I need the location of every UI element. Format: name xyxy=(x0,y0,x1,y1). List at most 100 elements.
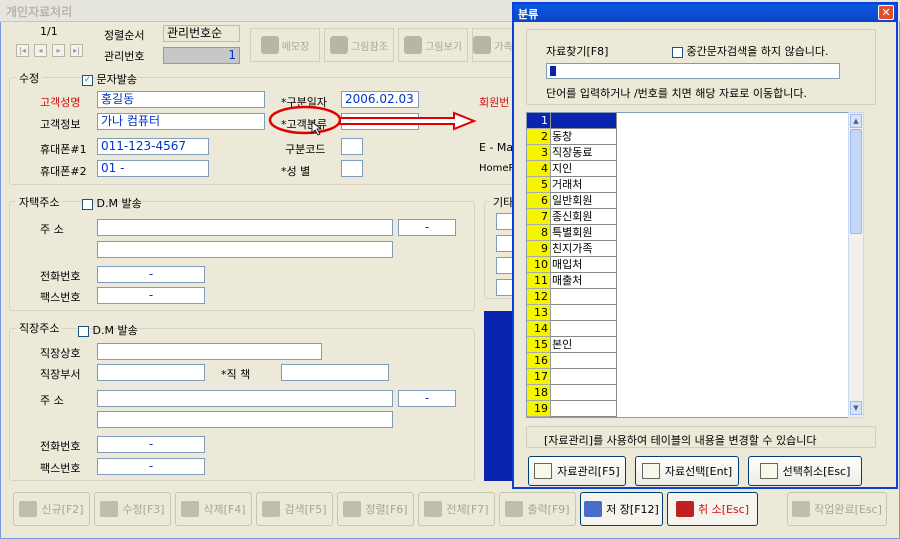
window-title: 개인자료처리 xyxy=(6,5,73,19)
row-category[interactable]: 특별회원 xyxy=(551,225,617,241)
table-row[interactable]: 11 매출처 xyxy=(527,273,617,289)
sms-checkbox[interactable]: ✓ 문자발송 xyxy=(82,71,137,87)
memo-area[interactable] xyxy=(484,311,514,481)
print-button[interactable]: 출력[F9] xyxy=(499,492,576,526)
all-button[interactable]: 전체[F7] xyxy=(418,492,495,526)
table-row[interactable]: 5 거래처 xyxy=(527,177,617,193)
gender-input[interactable] xyxy=(341,160,363,177)
row-category[interactable] xyxy=(551,305,617,321)
memo-button[interactable]: 메모장 xyxy=(250,28,320,62)
scroll-down-icon[interactable]: ▼ xyxy=(850,401,862,415)
mid-search-checkbox[interactable]: 중간문자검색을 하지 않습니다. xyxy=(672,43,829,59)
hint-text: 단어를 입력하거나 /번호를 치면 해당 자료로 이동합니다. xyxy=(546,87,807,100)
table-row[interactable]: 3 직장동료 xyxy=(527,145,617,161)
table-row[interactable]: 10 매입처 xyxy=(527,257,617,273)
row-category[interactable] xyxy=(551,353,617,369)
table-row[interactable]: 19 xyxy=(527,401,617,417)
select-data-button[interactable]: 자료선택[Ent] xyxy=(635,456,739,486)
home-phone-input[interactable]: - xyxy=(97,266,205,283)
cancel-select-button[interactable]: 선택취소[Esc] xyxy=(748,456,862,486)
home-zip-input[interactable]: - xyxy=(398,219,456,236)
row-category[interactable]: 매입처 xyxy=(551,257,617,273)
last-record-button[interactable]: ▸| xyxy=(70,44,83,57)
table-row[interactable]: 12 xyxy=(527,289,617,305)
printer-icon xyxy=(505,501,524,517)
work-dm-checkbox[interactable]: D.M 발송 xyxy=(78,322,138,338)
dept-input[interactable] xyxy=(97,364,205,381)
category-table[interactable]: 1 2 동창 3 직장동료 4 지인 5 거래처 6 일반회원 7 종신회원 8 특별회원 9 친지가족 10 매입… xyxy=(526,112,862,418)
row-category[interactable] xyxy=(551,113,617,129)
sort-select[interactable]: 관리번호순 xyxy=(163,25,240,42)
work-phone-input[interactable]: - xyxy=(97,436,205,453)
code-input[interactable] xyxy=(341,138,363,155)
next-record-button[interactable]: ▸ xyxy=(52,44,65,57)
table-row[interactable]: 6 일반회원 xyxy=(527,193,617,209)
work-zip-input[interactable]: - xyxy=(398,390,456,407)
text-cursor xyxy=(550,66,556,76)
scroll-up-icon[interactable]: ▲ xyxy=(850,114,862,128)
manage-data-button[interactable]: 자료관리[F5] xyxy=(528,456,626,486)
family-button[interactable]: 가족 xyxy=(472,28,514,62)
close-icon[interactable]: ✕ xyxy=(878,5,894,20)
row-category[interactable]: 친지가족 xyxy=(551,241,617,257)
floppy-icon xyxy=(584,501,603,517)
name-input[interactable]: 홍길동 xyxy=(97,91,265,108)
home-address2-input[interactable] xyxy=(97,241,393,258)
table-row[interactable]: 4 지인 xyxy=(527,161,617,177)
row-category[interactable] xyxy=(551,401,617,417)
cancel-button[interactable]: 취 소[Esc] xyxy=(667,492,758,526)
delete-button[interactable]: 삭제[F4] xyxy=(175,492,252,526)
search-button[interactable]: 검색[F5] xyxy=(256,492,333,526)
scroll-thumb[interactable] xyxy=(850,129,862,234)
home-dm-checkbox[interactable]: D.M 발송 xyxy=(82,195,142,211)
row-category[interactable]: 종신회원 xyxy=(551,209,617,225)
save-button[interactable]: 저 장[F12] xyxy=(580,492,663,526)
first-record-button[interactable]: |◂ xyxy=(16,44,29,57)
category-dialog: 분류 ✕ 자료찾기[F8] 중간문자검색을 하지 않습니다. 단어를 입력하거나… xyxy=(512,2,898,489)
row-category[interactable]: 직장동료 xyxy=(551,145,617,161)
row-number: 3 xyxy=(527,145,551,161)
work-fax-input[interactable]: - xyxy=(97,458,205,475)
home-address-label: 주 소 xyxy=(40,223,64,236)
table-row[interactable]: 2 동창 xyxy=(527,129,617,145)
row-category[interactable]: 지인 xyxy=(551,161,617,177)
row-category[interactable]: 매출처 xyxy=(551,273,617,289)
row-category[interactable] xyxy=(551,321,617,337)
select-doc-icon xyxy=(641,463,660,479)
row-category[interactable]: 본인 xyxy=(551,337,617,353)
sort-button[interactable]: 정렬[F6] xyxy=(337,492,414,526)
company-input[interactable] xyxy=(97,343,322,360)
done-button[interactable]: 작업완료[Esc] xyxy=(787,492,887,526)
row-category[interactable] xyxy=(551,289,617,305)
image-view-button[interactable]: 그림보기 xyxy=(398,28,468,62)
table-row[interactable]: 16 xyxy=(527,353,617,369)
table-row[interactable]: 7 종신회원 xyxy=(527,209,617,225)
phone1-input[interactable]: 011-123-4567 xyxy=(97,138,209,155)
table-row[interactable]: 18 xyxy=(527,385,617,401)
position-input[interactable] xyxy=(281,364,389,381)
edit-button[interactable]: 수정[F3] xyxy=(94,492,171,526)
phone2-input[interactable]: 01 - xyxy=(97,160,209,177)
find-input[interactable] xyxy=(546,63,840,79)
row-category[interactable] xyxy=(551,369,617,385)
image-ref-button[interactable]: 그림참조 xyxy=(324,28,394,62)
info-input[interactable]: 가나 컴퓨터 xyxy=(97,113,265,130)
row-category[interactable]: 거래처 xyxy=(551,177,617,193)
table-row[interactable]: 15 본인 xyxy=(527,337,617,353)
table-row[interactable]: 13 xyxy=(527,305,617,321)
table-row[interactable]: 8 특별회원 xyxy=(527,225,617,241)
work-address-input[interactable] xyxy=(97,390,393,407)
row-category[interactable]: 동창 xyxy=(551,129,617,145)
table-row[interactable]: 17 xyxy=(527,369,617,385)
table-scrollbar[interactable]: ▲ ▼ xyxy=(848,112,864,418)
new-button[interactable]: 신규[F2] xyxy=(13,492,90,526)
table-row[interactable]: 9 친지가족 xyxy=(527,241,617,257)
table-row[interactable]: 14 xyxy=(527,321,617,337)
row-category[interactable] xyxy=(551,385,617,401)
home-address-input[interactable] xyxy=(97,219,393,236)
table-row[interactable]: 1 xyxy=(527,113,617,129)
row-category[interactable]: 일반회원 xyxy=(551,193,617,209)
work-address2-input[interactable] xyxy=(97,411,393,428)
prev-record-button[interactable]: ◂ xyxy=(34,44,47,57)
home-fax-input[interactable]: - xyxy=(97,287,205,304)
